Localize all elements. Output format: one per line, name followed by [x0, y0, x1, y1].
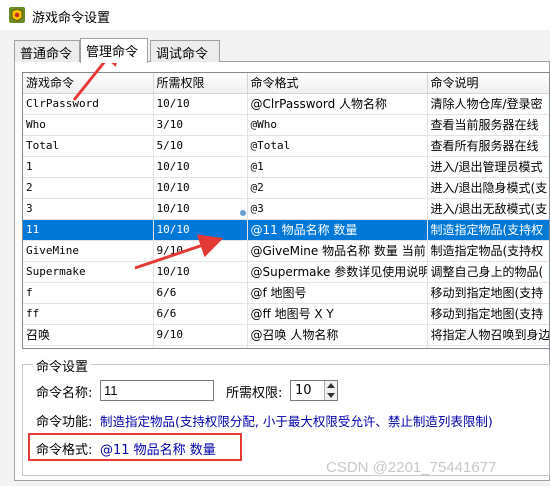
- cell-command: Total: [23, 135, 154, 157]
- cell-permission: 10/10: [153, 345, 248, 348]
- title-bar: 游戏命令设置: [0, 0, 550, 30]
- table-row[interactable]: 11 10/10 @11 物品名称 数量 制造指定物品(支持权: [23, 219, 549, 241]
- cell-format: @2: [247, 177, 428, 199]
- cell-command: Who: [23, 114, 154, 136]
- cell-permission: 10/10: [153, 177, 248, 199]
- column-header-command[interactable]: 游戏命令: [23, 73, 154, 94]
- cell-format: @1: [247, 156, 428, 178]
- cell-command: f: [23, 282, 154, 304]
- cell-description: 进入/退出无敌模式(支: [427, 198, 549, 220]
- cell-format: @ClrPassword 人物名称: [247, 93, 428, 115]
- cell-description: 进入/退出管理员模式: [427, 156, 549, 178]
- command-name-label: 命令名称:: [36, 386, 93, 401]
- cell-permission: 5/10: [153, 135, 248, 157]
- cell-command: 召唤: [23, 324, 154, 346]
- spin-up-icon[interactable]: [327, 383, 335, 388]
- cell-format: @Total: [247, 135, 428, 157]
- table-body: ClrPassword 10/10 @ClrPassword 人物名称 清除人物仓库/…: [23, 93, 549, 348]
- cell-permission: 6/6: [153, 282, 248, 304]
- column-header-format[interactable]: 命令格式: [247, 73, 428, 94]
- cell-description: 移动到指定地图(支持: [427, 303, 549, 325]
- annotation-highlight-box: [28, 433, 242, 461]
- table-row[interactable]: Total 5/10 @Total 查看所有服务器在线: [23, 135, 549, 157]
- command-table: 游戏命令 所需权限 命令格式 命令说明 ClrPassword 10/10 @Clr…: [22, 72, 550, 349]
- cell-format: @Who: [247, 114, 428, 136]
- game-command-settings-window: 游戏命令设置 普通命令 管理命令 调试命令 游戏命令 所需权限 命令格式 命令说…: [0, 0, 550, 486]
- cell-command: GiveMine: [23, 240, 154, 262]
- cell-format: @ff 地图号 X Y: [247, 303, 428, 325]
- column-header-description[interactable]: 命令说明: [427, 73, 549, 94]
- table-row[interactable]: ClrPassword 10/10 @ClrPassword 人物名称 清除人物仓库/…: [23, 93, 549, 115]
- table-row[interactable]: Who 3/10 @Who 查看当前服务器在线: [23, 114, 549, 136]
- cell-description: 将指定人物召唤到身边: [427, 324, 549, 346]
- command-function-value: 制造指定物品(支持权限分配, 小于最大权限受允许、禁止制造列表限制): [100, 414, 493, 429]
- table-row[interactable]: ff 6/6 @ff 地图号 X Y 移动到指定地图(支持: [23, 303, 549, 325]
- cell-command: Supermake: [23, 261, 154, 283]
- spin-down-icon[interactable]: [327, 393, 335, 398]
- cell-command: ClrPassword: [23, 93, 154, 115]
- table-row[interactable]: 3 10/10 @3 进入/退出无敌模式(支: [23, 198, 549, 220]
- table-row[interactable]: 1 10/10 @1 进入/退出管理员模式: [23, 156, 549, 178]
- watermark: CSDN @2201_75441677: [326, 459, 497, 476]
- table-row[interactable]: f 6/6 @f 地图号 移动到指定地图(支持: [23, 282, 549, 304]
- command-settings-title: 命令设置: [33, 356, 92, 375]
- cell-permission: 10/10: [153, 93, 248, 115]
- command-name-input[interactable]: [100, 380, 214, 401]
- cell-command: 1: [23, 156, 154, 178]
- table-row[interactable]: GiveMine 9/10 @GiveMine 物品名称 数量 当前 制造指定物品(支…: [23, 240, 549, 262]
- cell-command: 3: [23, 198, 154, 220]
- app-icon: [9, 7, 25, 23]
- cell-format: @跟踪 人物名称: [247, 345, 428, 348]
- cell-description: 移动到指定地图(支持: [427, 282, 549, 304]
- window-title: 游戏命令设置: [32, 11, 111, 26]
- cell-format: @f 地图号: [247, 282, 428, 304]
- cell-description: 制造指定物品(支持权: [427, 240, 549, 262]
- cell-format: @召唤 人物名称: [247, 324, 428, 346]
- cell-description: 查看当前服务器在线: [427, 114, 549, 136]
- cell-description: 跟踪指定人物(支持权: [427, 345, 549, 348]
- command-function-label: 命令功能:: [36, 415, 93, 430]
- cell-format: @GiveMine 物品名称 数量 当前: [247, 240, 428, 262]
- cell-permission: 9/10: [153, 324, 248, 346]
- cell-description: 调整自己身上的物品(: [427, 261, 549, 283]
- tab-admin-commands[interactable]: 管理命令: [80, 38, 148, 63]
- cell-permission: 9/10: [153, 240, 248, 262]
- table-row[interactable]: 2 10/10 @2 进入/退出隐身模式(支: [23, 177, 549, 199]
- cell-description: 查看所有服务器在线: [427, 135, 549, 157]
- tab-debug-commands[interactable]: 调试命令: [150, 40, 220, 62]
- cell-description: 清除人物仓库/登录密: [427, 93, 549, 115]
- tab-normal-commands[interactable]: 普通命令: [14, 40, 80, 62]
- cell-permission: 10/10: [153, 156, 248, 178]
- cell-permission: 3/10: [153, 114, 248, 136]
- column-header-permission[interactable]: 所需权限: [153, 73, 248, 94]
- cell-format: @11 物品名称 数量: [247, 219, 428, 241]
- cell-description: 进入/退出隐身模式(支: [427, 177, 549, 199]
- cell-command: ff: [23, 303, 154, 325]
- cell-command: 2: [23, 177, 154, 199]
- table-row[interactable]: 跟踪10/10@跟踪 人物名称跟踪指定人物(支持权: [23, 345, 549, 348]
- table-header-row: 游戏命令 所需权限 命令格式 命令说明: [23, 73, 549, 94]
- cell-description: 制造指定物品(支持权: [427, 219, 549, 241]
- cell-permission: 10/10: [153, 261, 248, 283]
- table-row[interactable]: 召唤 9/10 @召唤 人物名称 将指定人物召唤到身边: [23, 324, 549, 346]
- cell-command: 11: [23, 219, 154, 241]
- cell-format: @Supermake 参数详见使用说明: [247, 261, 428, 283]
- cell-permission: 10/10: [153, 219, 248, 241]
- table-row[interactable]: Supermake 10/10 @Supermake 参数详见使用说明 调整自己身上的…: [23, 261, 549, 283]
- cell-permission: 6/6: [153, 303, 248, 325]
- cell-format: @3: [247, 198, 428, 220]
- cell-permission: 10/10: [153, 198, 248, 220]
- required-permission-value: 10: [295, 383, 312, 398]
- spinner-buttons[interactable]: [324, 381, 337, 400]
- cell-command: 跟踪: [23, 345, 154, 348]
- required-permission-spinner[interactable]: 10: [290, 380, 338, 401]
- required-permission-label: 所需权限:: [226, 386, 283, 401]
